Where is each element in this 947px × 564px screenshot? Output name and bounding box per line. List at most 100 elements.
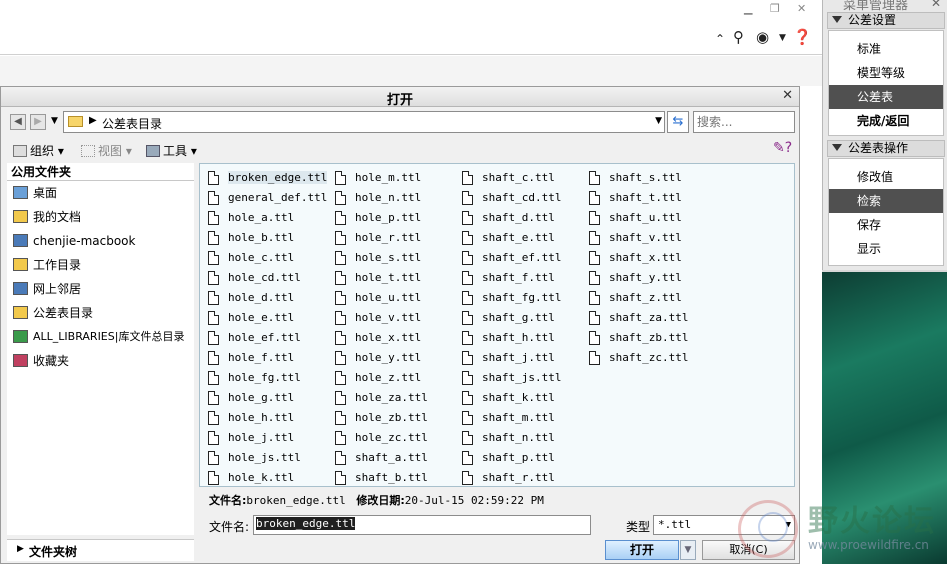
history-dropdown-icon[interactable]: ▼ [51,116,58,126]
sidebar-item[interactable]: ALL_LIBRARIES|库文件总目录 [7,325,194,349]
help-icon[interactable]: ❓ [793,28,812,46]
dialog-close-icon[interactable]: ✕ [782,88,793,103]
section-tolerance-setup[interactable]: 公差设置 [827,12,945,29]
file-item[interactable]: hole_b.ttl [202,228,327,248]
file-item[interactable]: shaft_d.ttl [456,208,561,228]
sidebar-item[interactable]: 我的文档 [7,205,194,229]
file-item[interactable]: shaft_p.ttl [456,448,561,468]
file-item[interactable]: hole_r.ttl [329,228,428,248]
file-item[interactable]: shaft_zb.ttl [583,328,688,348]
forward-arrow-icon[interactable]: ▶ [30,114,46,130]
file-item[interactable]: shaft_f.ttl [456,268,561,288]
file-item[interactable]: hole_d.ttl [202,288,327,308]
file-item[interactable]: broken_edge.ttl [202,168,328,188]
file-item[interactable]: shaft_h.ttl [456,328,561,348]
file-item[interactable]: shaft_v.ttl [583,228,688,248]
file-item[interactable]: hole_cd.ttl [202,268,327,288]
path-box[interactable]: ▶ 公差表目录 ▼ [63,111,665,133]
menu-item-done-return[interactable]: 完成/返回 [829,109,943,133]
file-item[interactable]: hole_ef.ttl [202,328,327,348]
file-item[interactable]: shaft_y.ttl [583,268,688,288]
file-item[interactable]: hole_zb.ttl [329,408,428,428]
menu-item-standard[interactable]: 标准 [829,37,943,61]
file-item[interactable]: hole_y.ttl [329,348,428,368]
file-item[interactable]: hole_js.ttl [202,448,327,468]
file-item[interactable]: hole_k.ttl [202,468,327,488]
sidebar-item[interactable]: chenjie-macbook [7,229,194,253]
file-item[interactable]: hole_f.ttl [202,348,327,368]
file-item[interactable]: shaft_s.ttl [583,168,688,188]
organize-menu[interactable]: 组织 ▾ [13,142,64,159]
file-item[interactable]: shaft_b.ttl [329,468,428,488]
file-item[interactable]: hole_t.ttl [329,268,428,288]
section-tolerance-table-ops[interactable]: 公差表操作 [827,140,945,157]
file-item[interactable]: shaft_g.ttl [456,308,561,328]
file-item[interactable]: shaft_n.ttl [456,428,561,448]
sidebar-item[interactable]: 收藏夹 [7,349,194,373]
help-icon[interactable]: ✎? [773,140,792,156]
file-item[interactable]: hole_za.ttl [329,388,428,408]
menu-item-model-class[interactable]: 模型等级 [829,61,943,85]
file-item[interactable]: shaft_j.ttl [456,348,561,368]
menu-item-retrieve[interactable]: 检索 [829,189,943,213]
file-item[interactable]: hole_g.ttl [202,388,327,408]
refresh-icon[interactable]: ⇆ [667,111,689,133]
file-item[interactable]: hole_n.ttl [329,188,428,208]
open-dropdown-icon[interactable]: ▼ [680,540,696,560]
file-item[interactable]: shaft_za.ttl [583,308,688,328]
file-item[interactable]: hole_v.ttl [329,308,428,328]
sidebar-item[interactable]: 桌面 [7,181,194,205]
file-item[interactable]: hole_j.ttl [202,428,327,448]
dropdown-arrow-icon[interactable]: ▼ [779,33,786,43]
file-item[interactable]: shaft_r.ttl [456,468,561,488]
sidebar-item[interactable]: 公差表目录 [7,301,194,325]
file-item[interactable]: shaft_k.ttl [456,388,561,408]
file-item[interactable]: shaft_t.ttl [583,188,688,208]
file-item[interactable]: shaft_a.ttl [329,448,428,468]
menu-item-save[interactable]: 保存 [829,213,943,237]
menu-item-modify-value[interactable]: 修改值 [829,165,943,189]
menu-item-tolerance-table[interactable]: 公差表 [829,85,943,109]
sidebar-item[interactable]: 网上邻居 [7,277,194,301]
file-item[interactable]: shaft_zc.ttl [583,348,688,368]
views-menu[interactable]: 视图 ▾ [81,142,132,159]
file-item[interactable]: hole_m.ttl [329,168,428,188]
file-item[interactable]: shaft_z.ttl [583,288,688,308]
path-dropdown-icon[interactable]: ▼ [655,116,662,126]
open-button[interactable]: 打开 [605,540,679,560]
file-item[interactable]: shaft_m.ttl [456,408,561,428]
filename-input[interactable]: broken_edge.ttl [253,515,591,535]
file-item[interactable]: shaft_ef.ttl [456,248,561,268]
file-item[interactable]: shaft_x.ttl [583,248,688,268]
file-item[interactable]: hole_h.ttl [202,408,327,428]
file-item[interactable]: hole_z.ttl [329,368,428,388]
back-arrow-icon[interactable]: ◀ [10,114,26,130]
restore-icon[interactable]: ❐ [770,2,780,15]
tools-menu[interactable]: 工具 ▾ [146,142,197,159]
file-item[interactable]: hole_e.ttl [202,308,327,328]
file-item[interactable]: general_def.ttl [202,188,327,208]
sidebar-item[interactable]: 工作目录 [7,253,194,277]
file-item[interactable]: hole_a.ttl [202,208,327,228]
file-item[interactable]: hole_p.ttl [329,208,428,228]
folder-tree-toggle[interactable]: ▶ 文件夹树 [7,539,194,561]
file-item[interactable]: shaft_e.ttl [456,228,561,248]
file-item[interactable]: shaft_js.ttl [456,368,561,388]
minimize-icon[interactable]: ▁ [744,2,752,15]
close-window-icon[interactable]: ✕ [797,2,806,15]
file-item[interactable]: hole_fg.ttl [202,368,327,388]
file-item[interactable]: hole_zc.ttl [329,428,428,448]
file-item[interactable]: shaft_c.ttl [456,168,561,188]
file-item[interactable]: hole_u.ttl [329,288,428,308]
file-item[interactable]: hole_s.ttl [329,248,428,268]
search-input[interactable] [693,111,795,133]
file-item[interactable]: hole_c.ttl [202,248,327,268]
menu-item-show[interactable]: 显示 [829,237,943,261]
help-center-icon[interactable]: ◉ [756,28,769,46]
file-item[interactable]: shaft_cd.ttl [456,188,561,208]
file-item[interactable]: hole_x.ttl [329,328,428,348]
collapse-icon[interactable]: ⌃ [715,32,725,46]
menu-manager-close-icon[interactable]: ✕ [931,0,941,10]
search-icon[interactable]: ⚲ [733,28,744,46]
file-item[interactable]: shaft_u.ttl [583,208,688,228]
